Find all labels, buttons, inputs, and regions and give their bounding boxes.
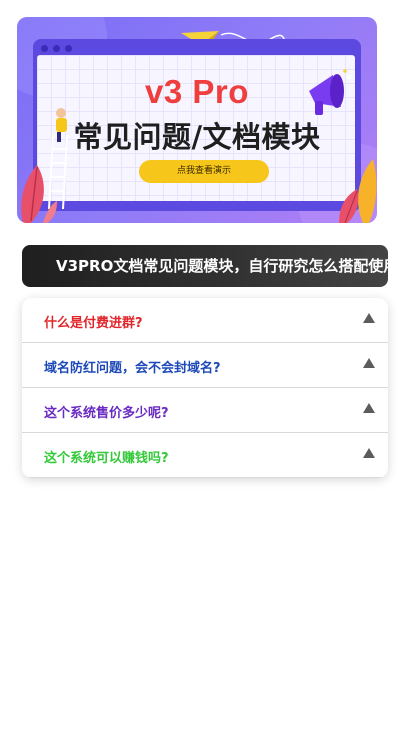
window-dots	[41, 45, 72, 52]
notice-text: V3PRO文档常见问题模块，自行研究怎么搭配使用	[56, 257, 388, 275]
faq-question: 什么是付费进群?	[44, 316, 143, 331]
faq-question: 域名防红问题，会不会封域名?	[44, 361, 221, 376]
triangle-up-icon[interactable]	[362, 446, 376, 460]
faq-list: 什么是付费进群? 域名防红问题，会不会封域名? 这个系统售价多少呢? 这个系统可…	[22, 298, 388, 478]
faq-item[interactable]: 这个系统可以赚钱吗?	[22, 433, 388, 478]
megaphone-icon	[309, 69, 352, 115]
faq-item[interactable]: 域名防红问题，会不会封域名?	[22, 343, 388, 388]
leaf-decoration-right	[339, 159, 377, 223]
triangle-up-icon[interactable]	[362, 401, 376, 415]
triangle-up-icon[interactable]	[362, 356, 376, 370]
notice-bar: V3PRO文档常见问题模块，自行研究怎么搭配使用	[22, 245, 388, 287]
faq-question: 这个系统售价多少呢?	[44, 406, 169, 421]
demo-button[interactable]: 点我查看演示	[139, 160, 269, 183]
faq-item[interactable]: 什么是付费进群?	[22, 298, 388, 343]
faq-question: 这个系统可以赚钱吗?	[44, 451, 169, 466]
triangle-up-icon[interactable]	[362, 311, 376, 325]
leaf-decoration-left	[21, 165, 57, 223]
faq-item[interactable]: 这个系统售价多少呢?	[22, 388, 388, 433]
banner[interactable]: v3 Pro 常见问题/文档模块 点我查看演示	[17, 17, 377, 223]
